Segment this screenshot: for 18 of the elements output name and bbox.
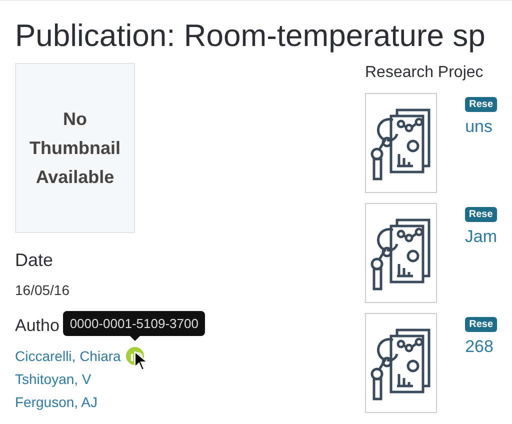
project-type-badge: Rese [465, 317, 497, 332]
project-link[interactable]: 268 [465, 337, 494, 357]
author-link[interactable]: Ciccarelli, Chiara [15, 348, 121, 364]
author-link[interactable]: Tshitoyan, V [15, 370, 92, 386]
no-thumbnail-text: No Thumbnail Available [28, 108, 122, 188]
authors-heading: Autho [15, 315, 60, 337]
page-title: Publication: Room-temperature sp [15, 17, 486, 55]
research-projects-heading: Research Projec [365, 63, 484, 83]
cursor-icon [134, 350, 148, 370]
project-link[interactable]: Jam [464, 227, 497, 247]
orcid-tooltip: 0000-0001-5109-3700 [62, 310, 206, 336]
author-link[interactable]: Ferguson, AJ [15, 394, 98, 410]
project-type-badge: Rese [464, 207, 497, 222]
project-link[interactable]: uns [465, 117, 493, 137]
date-heading: Date [15, 249, 54, 272]
tooltip-arrow [130, 336, 140, 340]
date-value: 16/05/16 [15, 281, 70, 300]
project-type-badge: Rese [465, 97, 497, 112]
